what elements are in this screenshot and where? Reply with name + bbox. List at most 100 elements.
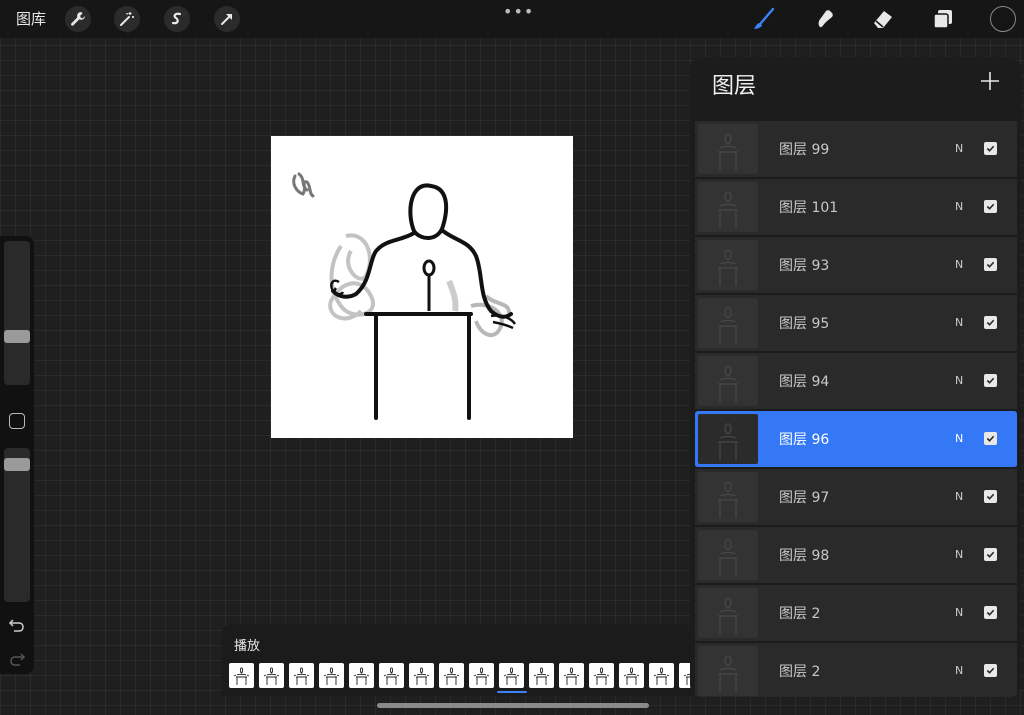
adjustments-button[interactable] xyxy=(114,6,140,32)
animation-frame[interactable] xyxy=(559,663,584,688)
blend-mode-button[interactable]: N xyxy=(955,606,963,619)
layer-thumbnail-art xyxy=(718,481,738,518)
blend-mode-button[interactable]: N xyxy=(955,374,963,387)
visibility-checkbox[interactable] xyxy=(984,606,997,619)
animation-frame[interactable] xyxy=(439,663,464,688)
layer-thumbnail-art xyxy=(718,597,738,634)
blend-mode-button[interactable]: N xyxy=(955,664,963,677)
animation-frame[interactable] xyxy=(259,663,284,688)
layer-row[interactable]: 图层 95 N xyxy=(695,295,1017,352)
visibility-checkbox[interactable] xyxy=(984,548,997,561)
selection-button[interactable] xyxy=(164,6,190,32)
animation-frame[interactable] xyxy=(229,663,254,688)
more-options-icon[interactable]: ••• xyxy=(503,2,534,21)
current-frame-indicator xyxy=(497,691,527,693)
eraser-icon xyxy=(874,11,892,28)
brush-size-handle[interactable] xyxy=(4,330,30,343)
animation-frame[interactable] xyxy=(589,663,614,688)
layer-row[interactable]: 图层 94 N xyxy=(695,353,1017,410)
smudge-icon xyxy=(818,10,833,28)
layer-row[interactable]: 图层 98 N xyxy=(695,527,1017,584)
frame-thumbnail-art xyxy=(353,667,370,685)
blend-mode-button[interactable]: N xyxy=(955,432,963,445)
layer-thumbnail xyxy=(698,588,758,638)
layer-row[interactable]: 图层 97 N xyxy=(695,469,1017,526)
visibility-checkbox[interactable] xyxy=(984,142,997,155)
layer-thumbnail-art xyxy=(718,133,738,170)
brush-size-slider[interactable] xyxy=(4,241,30,385)
animation-frame[interactable] xyxy=(469,663,494,688)
checkmark-icon xyxy=(986,551,995,558)
layer-row[interactable]: 图层 93 N xyxy=(695,237,1017,294)
checkmark-icon xyxy=(986,203,995,210)
visibility-checkbox[interactable] xyxy=(984,316,997,329)
animation-frame[interactable] xyxy=(349,663,374,688)
checkmark-icon xyxy=(986,377,995,384)
layer-thumbnail-art xyxy=(718,539,738,576)
visibility-checkbox[interactable] xyxy=(984,490,997,503)
redo-icon[interactable] xyxy=(8,650,26,668)
brush-sidebar xyxy=(0,236,34,674)
layer-row[interactable]: 图层 101 N xyxy=(695,179,1017,236)
selection-icon xyxy=(171,12,182,25)
blend-mode-button[interactable]: N xyxy=(955,316,963,329)
layer-name: 图层 94 xyxy=(779,374,830,390)
frame-thumbnail-art xyxy=(473,667,490,685)
layer-name: 图层 98 xyxy=(779,548,830,564)
layers-title: 图层 xyxy=(712,74,757,99)
animation-frame[interactable] xyxy=(409,663,434,688)
actions-button[interactable] xyxy=(65,6,91,32)
undo-icon[interactable] xyxy=(8,616,26,634)
frame-thumbnail-art xyxy=(293,667,310,685)
brush-tool-button[interactable] xyxy=(750,5,778,33)
frame-thumbnail-art xyxy=(323,667,340,685)
layer-row[interactable]: 图层 2 N xyxy=(695,585,1017,642)
checkmark-icon xyxy=(986,609,995,616)
eraser-tool-button[interactable] xyxy=(869,5,897,33)
color-picker-button[interactable] xyxy=(990,6,1016,32)
checkmark-icon xyxy=(986,145,995,152)
animation-frame[interactable] xyxy=(529,663,554,688)
blend-mode-button[interactable]: N xyxy=(955,142,963,155)
layer-row[interactable]: 图层 99 N xyxy=(695,121,1017,178)
animation-frame[interactable] xyxy=(319,663,344,688)
blend-mode-button[interactable]: N xyxy=(955,490,963,503)
frame-thumbnail-art xyxy=(563,667,580,685)
smudge-tool-button[interactable] xyxy=(810,5,838,33)
frame-thumbnail-art xyxy=(623,667,640,685)
visibility-checkbox[interactable] xyxy=(984,258,997,271)
checkmark-icon xyxy=(986,435,995,442)
play-button[interactable]: 播放 xyxy=(234,635,260,654)
layer-row[interactable]: 图层 96 N xyxy=(695,411,1017,468)
animation-frame[interactable] xyxy=(499,663,524,688)
frame-thumbnail-art xyxy=(383,667,400,685)
visibility-checkbox[interactable] xyxy=(984,664,997,677)
blend-mode-button[interactable]: N xyxy=(955,548,963,561)
modify-button[interactable] xyxy=(9,413,25,429)
layers-panel-button[interactable] xyxy=(929,5,957,33)
layer-thumbnail xyxy=(698,646,758,696)
frame-thumbnail-art xyxy=(653,667,670,685)
visibility-checkbox[interactable] xyxy=(984,200,997,213)
visibility-checkbox[interactable] xyxy=(984,432,997,445)
layer-thumbnail xyxy=(698,182,758,232)
layer-row[interactable]: 图层 2 N xyxy=(695,643,1017,697)
layer-thumbnail xyxy=(698,124,758,174)
layers-header: 图层 xyxy=(690,57,1021,109)
opacity-handle[interactable] xyxy=(4,458,30,471)
add-layer-icon[interactable] xyxy=(978,69,1002,93)
opacity-slider[interactable] xyxy=(4,448,30,602)
layer-thumbnail-art xyxy=(718,423,738,460)
gallery-button[interactable]: 图库 xyxy=(16,8,46,29)
visibility-checkbox[interactable] xyxy=(984,374,997,387)
drawing-canvas[interactable] xyxy=(271,136,573,438)
animation-frame[interactable] xyxy=(619,663,644,688)
animation-frame[interactable] xyxy=(379,663,404,688)
blend-mode-button[interactable]: N xyxy=(955,258,963,271)
blend-mode-button[interactable]: N xyxy=(955,200,963,213)
checkmark-icon xyxy=(986,261,995,268)
home-indicator xyxy=(377,703,649,708)
animation-frame[interactable] xyxy=(649,663,674,688)
animation-frame[interactable] xyxy=(289,663,314,688)
transform-button[interactable] xyxy=(214,6,240,32)
